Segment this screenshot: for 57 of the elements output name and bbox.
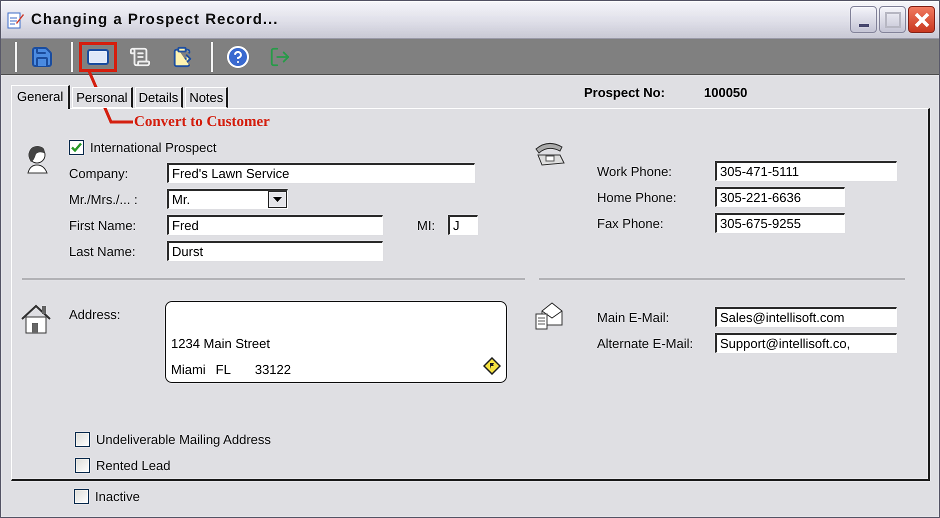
input-field[interactable]: Support@intellisoft.co,	[715, 333, 897, 353]
dropdown-button[interactable]	[268, 191, 287, 208]
scroll-icon	[129, 46, 151, 68]
salutation-dropdown[interactable]: Mr.	[167, 189, 288, 209]
window-title: Changing a Prospect Record...	[31, 11, 280, 28]
field-label: First Name:	[69, 218, 138, 232]
input-field[interactable]: Fred	[167, 215, 383, 235]
input-field[interactable]: 305-221-6636	[715, 187, 845, 207]
envelope-document-icon	[534, 301, 564, 331]
checkbox[interactable]	[75, 432, 90, 446]
state-text: FL	[216, 362, 231, 379]
prospect-no-value: 100050	[704, 85, 748, 100]
address-field[interactable]: 1234 Main Street Miami FL 33122	[165, 301, 507, 383]
zip-text: 33122	[254, 362, 291, 379]
annotation-text: Convert to Customer	[134, 114, 270, 131]
input-field[interactable]: Fred's Lawn Service	[167, 163, 475, 183]
close-button[interactable]	[908, 6, 935, 33]
map-sign-icon	[483, 357, 501, 375]
field-label: MI:	[417, 218, 436, 232]
field-label: Work Phone:	[597, 164, 673, 178]
checkbox[interactable]	[69, 140, 84, 154]
field-label: Company:	[69, 166, 130, 180]
checkbox[interactable]	[75, 458, 90, 472]
field-label: Alternate E-Mail:	[597, 336, 694, 350]
prospect-no-label: Prospect No:	[584, 85, 666, 100]
contact-card-button[interactable]	[79, 42, 117, 72]
field-label: Address:	[69, 307, 122, 322]
minimize-button[interactable]	[850, 6, 877, 33]
input-field[interactable]: Durst	[167, 241, 383, 261]
tab[interactable]: Notes	[185, 87, 228, 108]
tab[interactable]: Details	[134, 87, 184, 108]
tab[interactable]: General	[11, 85, 70, 109]
maximize-icon	[884, 12, 900, 28]
house-icon	[20, 303, 52, 335]
input-field[interactable]: J	[448, 215, 478, 235]
input-field[interactable]: 305-471-5111	[715, 161, 897, 181]
tab[interactable]: Personal	[72, 87, 133, 108]
checkbox-label: Rented Lead	[96, 458, 170, 472]
close-icon	[914, 12, 930, 28]
checkbox[interactable]	[74, 488, 89, 504]
street-text: 1234 Main Street	[171, 336, 270, 353]
notepad-pencil-icon	[7, 10, 25, 28]
field-label: Last Name:	[69, 244, 136, 258]
help-icon	[226, 44, 250, 68]
checkbox-label: International Prospect	[90, 140, 216, 154]
field-label: Home Phone:	[597, 190, 678, 204]
checkbox-label: Inactive	[95, 488, 140, 504]
input-field[interactable]: Sales@intellisoft.com	[715, 307, 897, 327]
city-text: Miami	[171, 362, 206, 379]
field-label: Fax Phone:	[597, 216, 664, 230]
input-field[interactable]: 305-675-9255	[715, 213, 845, 233]
caret-icon	[273, 197, 282, 202]
field-label: Mr./Mrs./... :	[69, 192, 139, 206]
clipboard-icon	[171, 46, 193, 68]
minimize-icon	[858, 24, 868, 27]
checkbox-label: Undeliverable Mailing Address	[96, 432, 271, 446]
field-label: Main E-Mail:	[597, 310, 670, 324]
